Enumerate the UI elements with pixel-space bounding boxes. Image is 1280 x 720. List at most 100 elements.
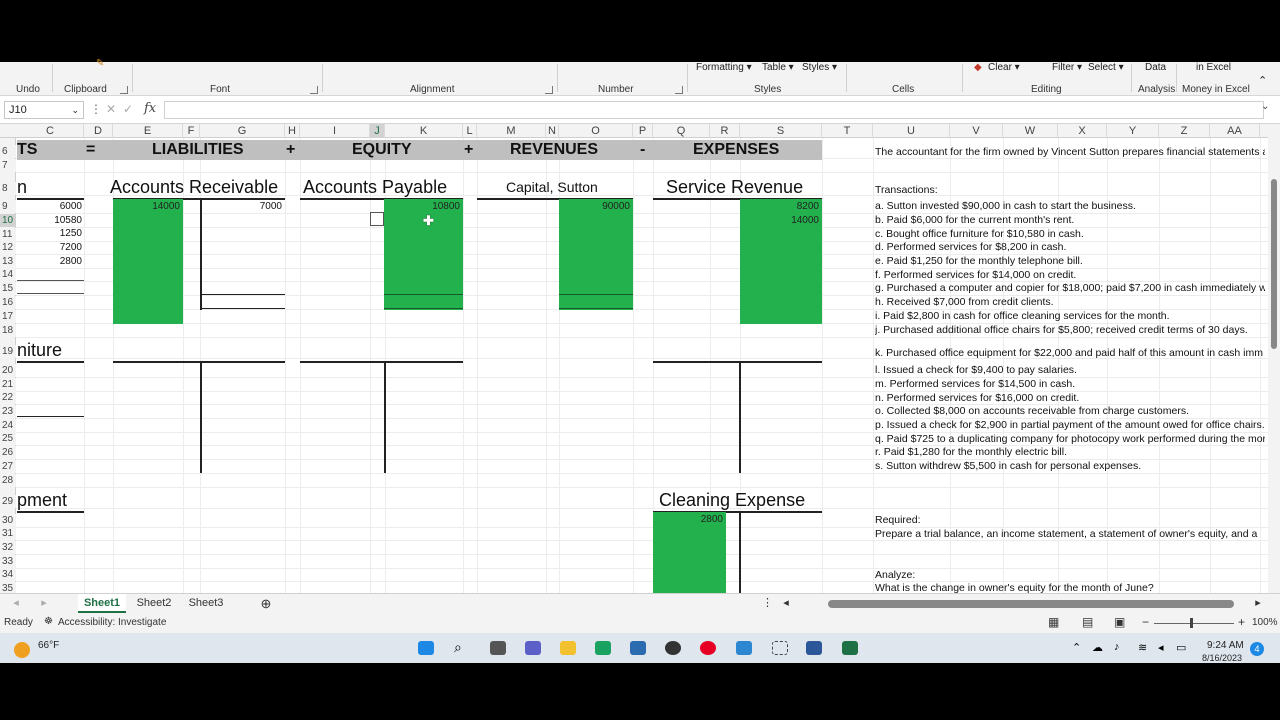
format-as-table-button[interactable]: Table ▾ [762,62,794,73]
row-header[interactable]: 28 [0,474,16,487]
column-header[interactable]: D [84,124,113,138]
zoom-level[interactable]: 100% [1252,617,1278,628]
row-header[interactable]: 27 [0,460,16,473]
column-header[interactable]: U [873,124,950,138]
row-header[interactable]: 16 [0,296,16,309]
row-header[interactable]: 14 [0,268,16,281]
store-icon[interactable] [630,641,646,655]
number-launcher-icon[interactable] [675,86,683,94]
column-header[interactable]: V [950,124,1003,138]
snipping-tool-icon[interactable] [772,641,788,655]
task-view-icon[interactable] [490,641,506,655]
row-header[interactable]: 30 [0,514,16,527]
row-header[interactable]: 32 [0,541,16,554]
cloud-icon[interactable]: ☁ [1092,641,1103,654]
word-icon[interactable] [806,641,822,655]
accessibility-status[interactable]: Accessibility: Investigate [58,617,166,628]
money-in-excel-button[interactable]: in Excel [1196,62,1231,73]
column-header[interactable]: K [385,124,463,138]
row-header[interactable]: 23 [0,405,16,418]
enter-icon[interactable]: ✓ [123,102,133,116]
normal-view-icon[interactable]: ▦ [1048,615,1059,629]
microphone-icon[interactable]: ♪ [1114,641,1120,653]
row-header[interactable]: 19 [0,345,16,358]
app-icon[interactable] [665,641,681,655]
column-header[interactable]: O [559,124,633,138]
row-header[interactable]: 26 [0,446,16,459]
column-header[interactable]: T [822,124,873,138]
select-button[interactable]: Select ▾ [1088,62,1124,73]
collapse-ribbon-icon[interactable]: ⌃ [1258,74,1267,87]
tab-sheet3[interactable]: Sheet3 [182,594,230,613]
battery-icon[interactable]: ▭ [1176,641,1186,654]
column-header[interactable]: J [370,124,385,138]
active-cell[interactable] [370,212,384,226]
weather-icon[interactable] [14,642,30,658]
tab-sheet1[interactable]: Sheet1 [78,594,126,613]
row-header[interactable]: 33 [0,555,16,568]
column-header[interactable]: Z [1159,124,1210,138]
expand-formula-icon[interactable]: ⌄ [1261,101,1269,112]
row-header[interactable]: 29 [0,495,16,508]
column-header[interactable]: AA [1210,124,1260,138]
column-header[interactable]: H [285,124,300,138]
row-header[interactable]: 34 [0,568,16,581]
row-header[interactable]: 9 [0,200,16,213]
column-header[interactable]: S [740,124,822,138]
row-header[interactable]: 17 [0,310,16,323]
vertical-scrollbar[interactable] [1268,124,1280,593]
name-box[interactable]: J10 ⌄ [4,101,84,119]
column-header[interactable]: M [477,124,546,138]
row-header[interactable]: 31 [0,527,16,540]
tab-sheet2[interactable]: Sheet2 [130,594,178,613]
start-icon[interactable] [418,641,434,655]
filter-button[interactable]: Filter ▾ [1052,62,1082,73]
column-header[interactable]: R [710,124,740,138]
excel-icon[interactable] [842,641,858,655]
row-header[interactable]: 15 [0,282,16,295]
more-icon[interactable]: ⋮ [762,594,773,613]
row-header[interactable]: 24 [0,419,16,432]
row-header[interactable]: 10 [0,214,16,227]
column-header[interactable]: W [1003,124,1058,138]
prev-sheet-icon[interactable]: ◂ [8,594,24,613]
row-header[interactable]: 6 [0,145,16,158]
column-header[interactable]: N [546,124,559,138]
search-icon[interactable]: ⌕ [454,639,470,655]
row-header[interactable]: 7 [0,159,16,172]
file-explorer-icon[interactable] [560,641,576,655]
volume-icon[interactable]: ◂ [1158,641,1164,654]
vertical-scroll-thumb[interactable] [1271,179,1277,349]
wifi-icon[interactable]: ≋ [1138,641,1147,654]
more-icon[interactable]: ⋮ [90,102,102,116]
next-sheet-icon[interactable]: ▸ [36,594,52,613]
cell-styles-button[interactable]: Styles ▾ [802,62,837,73]
zoom-in-icon[interactable]: + [1238,615,1245,629]
alignment-launcher-icon[interactable] [545,86,553,94]
page-break-icon[interactable]: ▣ [1114,615,1125,629]
column-header[interactable]: C [17,124,84,138]
conditional-formatting-button[interactable]: Formatting ▾ [696,62,752,73]
font-launcher-icon[interactable] [310,86,318,94]
chevron-up-icon[interactable]: ⌃ [1072,641,1081,654]
column-header[interactable]: E [113,124,183,138]
row-header[interactable]: 18 [0,324,16,337]
analyze-data-button[interactable]: Data [1145,62,1166,73]
cancel-icon[interactable]: ✕ [106,102,116,116]
clipboard-launcher-icon[interactable] [120,86,128,94]
horizontal-scroll-thumb[interactable] [828,600,1234,608]
insert-function-icon[interactable]: fx [144,101,156,116]
scroll-left-icon[interactable]: ◂ [780,594,792,613]
row-header[interactable]: 25 [0,432,16,445]
column-header[interactable]: X [1058,124,1107,138]
row-header[interactable]: 22 [0,391,16,404]
mail-icon[interactable] [736,641,752,655]
column-header[interactable]: L [463,124,477,138]
zoom-slider[interactable] [1154,623,1234,624]
row-header[interactable]: 13 [0,255,16,268]
column-header[interactable]: P [633,124,653,138]
clear-button[interactable]: Clear ▾ [988,62,1020,73]
formula-input[interactable] [164,101,1264,119]
format-painter-icon[interactable]: ✎ [96,58,104,69]
row-header[interactable]: 21 [0,378,16,391]
